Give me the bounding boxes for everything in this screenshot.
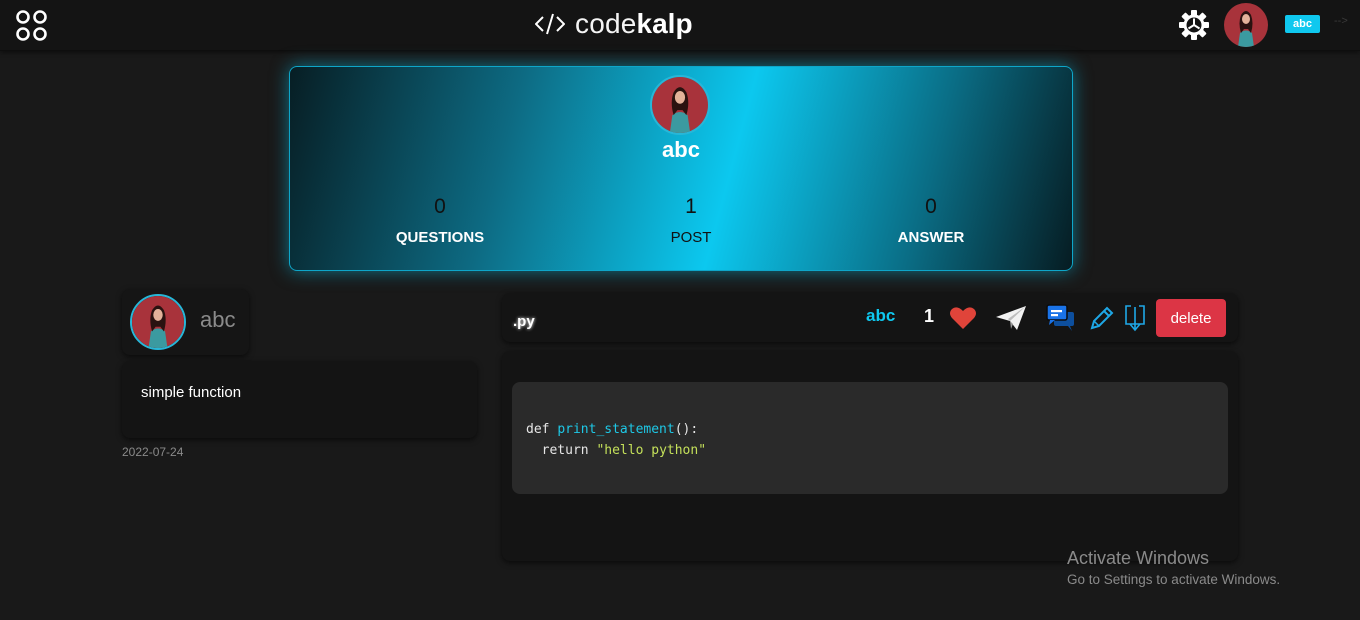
post-date: 2022-07-24 (122, 445, 184, 459)
profile-avatar (650, 75, 710, 135)
author-avatar (130, 294, 186, 350)
stat-questions-value: 0 (434, 195, 446, 218)
code-string: "hello python" (596, 443, 707, 458)
pencil-icon[interactable] (1089, 305, 1115, 331)
menu-grid-icon[interactable] (15, 9, 48, 42)
code-card: def print_statement(): return "hello pyt… (502, 351, 1238, 561)
code-keyword-def: def (526, 422, 558, 437)
stat-questions[interactable]: 0 QUESTIONS (350, 195, 530, 246)
toolbar-username[interactable]: abc (866, 306, 895, 326)
stat-questions-label: QUESTIONS (395, 229, 485, 246)
watermark-subtitle: Go to Settings to activate Windows. (1067, 572, 1281, 587)
comments-icon[interactable] (1046, 304, 1076, 332)
brand-kalp-text: kalp (636, 8, 693, 39)
paper-plane-icon[interactable] (995, 305, 1027, 331)
author-name: abc (200, 307, 236, 332)
code-block[interactable]: def print_statement(): return "hello pyt… (512, 382, 1228, 494)
post-toolbar: .py abc 1 delete (502, 293, 1238, 342)
code-keyword-return: return (526, 443, 597, 458)
activate-windows-watermark: Activate Windows Go to Settings to activ… (1067, 548, 1280, 587)
username-badge[interactable]: abc (1285, 15, 1320, 33)
stat-post-value: 1 (685, 195, 697, 218)
code-parens: (): (674, 422, 699, 437)
language-tag: .py (513, 313, 535, 330)
post-author-card[interactable]: abc (122, 289, 249, 355)
download-icon[interactable] (1124, 304, 1146, 332)
stat-answer-value: 0 (925, 195, 937, 218)
stat-post-label: POST (670, 229, 712, 246)
faint-arrow: --> (1334, 15, 1348, 27)
top-navbar: codekalp abc --> (0, 0, 1360, 51)
brand-code-text: code (575, 8, 637, 39)
heart-icon[interactable] (949, 306, 977, 330)
stat-answer-label: ANSWER (897, 229, 965, 246)
stat-post[interactable]: 1 POST (601, 195, 781, 246)
gear-icon[interactable] (1178, 9, 1210, 41)
code-brackets-icon (535, 13, 565, 35)
code-function-name: print_statement (557, 422, 675, 437)
brand-logo[interactable]: codekalp (535, 7, 693, 41)
post-title: simple function (141, 384, 242, 401)
delete-button[interactable]: delete (1156, 299, 1226, 337)
post-title-card: simple function (122, 361, 477, 438)
stat-answer[interactable]: 0 ANSWER (841, 195, 1021, 246)
profile-name: abc (662, 137, 700, 162)
watermark-title: Activate Windows (1067, 548, 1210, 568)
profile-card: abc 0 QUESTIONS 1 POST 0 ANSWER (289, 66, 1073, 271)
like-count: 1 (924, 306, 935, 326)
user-avatar[interactable] (1224, 3, 1268, 47)
